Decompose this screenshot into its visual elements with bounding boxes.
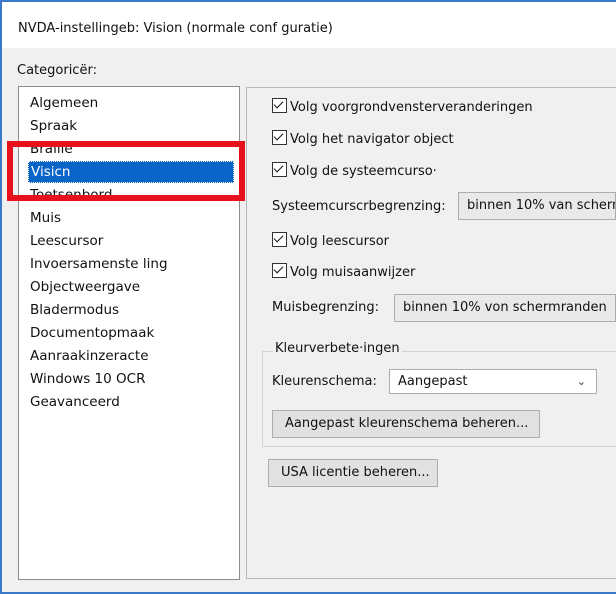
category-item-windows-ocr[interactable]: Windows 10 OCR: [30, 368, 145, 390]
category-item-algemeen[interactable]: Algemeen: [30, 92, 98, 114]
checkbox-checked-icon: [272, 232, 287, 247]
follow-mouse-checkbox[interactable]: Volg muisaanwijzer: [272, 263, 415, 283]
category-item-bladermodus[interactable]: Bladermodus: [30, 299, 119, 321]
follow-navigator-label: Volg het navigator object: [290, 132, 454, 147]
checkbox-checked-icon: [272, 162, 287, 177]
syscursor-limit-label: Systeemcurscrbegrenzing:: [272, 199, 446, 214]
follow-reviewcursor-checkbox[interactable]: Volg leescursor: [272, 232, 389, 252]
follow-focus-checkbox[interactable]: Volg voorgrondvensterveranderingen: [272, 98, 533, 118]
checkbox-checked-icon: [272, 130, 287, 145]
color-scheme-select[interactable]: Aangepast ⌄: [389, 369, 597, 394]
mouse-limit-value: binnen 10% von schermranden: [403, 300, 607, 315]
checkbox-checked-icon: [272, 263, 287, 278]
color-scheme-value: Aangepast: [398, 374, 468, 389]
title-bar[interactable]: NVDA-instellingeb: Vision (normale conf …: [2, 2, 616, 48]
category-item-geavanceerd[interactable]: Geavanceerd: [30, 391, 120, 413]
mouse-limit-select[interactable]: binnen 10% von schermranden: [394, 294, 616, 322]
manage-color-scheme-button[interactable]: Aangepast kleurenschema beheren...: [272, 410, 540, 438]
color-enhancements-title: Kleurverbete·ingen: [273, 341, 402, 356]
checkbox-checked-icon: [272, 98, 287, 113]
follow-syscursor-label: Volg de systeemcurso·: [290, 164, 437, 179]
follow-navigator-checkbox[interactable]: Volg het navigator object: [272, 130, 454, 150]
follow-mouse-label: Volg muisaanwijzer: [290, 265, 416, 280]
color-scheme-label: Kleurenschema:: [272, 374, 377, 389]
category-item-spraak[interactable]: Spraak: [30, 115, 77, 137]
category-item-documentopmaak[interactable]: Documentopmaak: [30, 322, 154, 344]
syscursor-limit-value: binnen 10% van scherm: [467, 198, 616, 213]
category-item-muis[interactable]: Muis: [30, 207, 61, 229]
category-item-invoersamenstelling[interactable]: Invoersamenste ling: [30, 253, 168, 275]
follow-reviewcursor-label: Volg leescursor: [290, 234, 390, 249]
follow-syscursor-checkbox[interactable]: Volg de systeemcurso·: [272, 162, 437, 182]
category-item-objectweergave[interactable]: Objectweergave: [30, 276, 140, 298]
chevron-down-icon: ⌄: [576, 375, 586, 388]
category-item-leescursor[interactable]: Leescursor: [30, 230, 103, 252]
annotation-highlight: [7, 141, 245, 201]
manage-license-button[interactable]: USA licentie beheren...: [268, 459, 438, 487]
category-item-aanraakinteractie[interactable]: Aanraakinzeracte: [30, 345, 149, 367]
window-title: NVDA-instellingeb: Vision (normale conf …: [18, 21, 333, 36]
mouse-limit-label: Muisbegrenzing:: [272, 300, 379, 315]
syscursor-limit-select[interactable]: binnen 10% van scherm: [458, 192, 616, 220]
follow-focus-label: Volg voorgrondvensterveranderingen: [290, 100, 533, 115]
vision-panel: [246, 87, 616, 579]
categories-label: Categoricër:: [17, 63, 97, 78]
